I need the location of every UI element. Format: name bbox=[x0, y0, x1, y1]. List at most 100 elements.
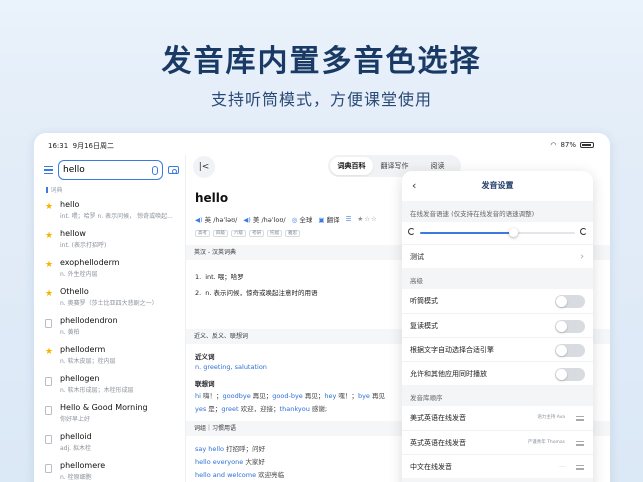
associated-word[interactable]: thankyou bbox=[280, 405, 310, 413]
test-row[interactable]: 测试 › bbox=[402, 244, 593, 268]
speaker-us-icon[interactable]: ◀) bbox=[243, 216, 251, 224]
star-icon: ★ bbox=[45, 260, 54, 270]
speed-label: 在线发音语速 (仅支持在线发音的语速调整) bbox=[410, 210, 535, 218]
phrase-zh: 欢迎亮临 bbox=[258, 471, 285, 479]
list-item-word: hello bbox=[60, 200, 80, 209]
battery-percent: 87% bbox=[560, 141, 576, 149]
speed-slider-knob[interactable] bbox=[509, 228, 518, 237]
setting-toggle-label: 根据文字自动选择合适引擎 bbox=[410, 346, 494, 354]
phrase-en: hello everyone bbox=[195, 458, 244, 466]
associated-meaning: 欢迎，迎接； bbox=[238, 405, 280, 413]
exam-tag: 雅思 bbox=[285, 230, 300, 237]
associated-meaning: 感谢; bbox=[309, 405, 328, 413]
list-item[interactable]: ★ hello int. 喂；哈罗 n. 表示问候， 惊奇或唤起... bbox=[34, 195, 185, 224]
setting-toggle-row: 根据文字自动选择合适引擎 bbox=[402, 337, 593, 361]
list-item[interactable]: Hello & Good Morning 你好早上好 bbox=[34, 398, 185, 427]
associated-word[interactable]: good-bye bbox=[272, 392, 303, 400]
menu-icon[interactable] bbox=[44, 166, 53, 174]
associated-meaning: 嗨！； bbox=[200, 392, 223, 400]
setting-toggle-row: 复读模式 bbox=[402, 313, 593, 337]
list-item-desc: n. 栓原细胞 bbox=[60, 474, 92, 481]
exam-tag: 高考 bbox=[195, 230, 210, 237]
status-date: 9月16日周二 bbox=[72, 142, 115, 150]
pronunciation-settings-panel: ‹ 发音设置 在线发音语速 (仅支持在线发音的语速调整) 测试 › 高级 听筒模… bbox=[402, 171, 593, 482]
list-item-desc: n. 外生栓内层 bbox=[60, 271, 98, 278]
globe-icon[interactable]: ◎ bbox=[292, 216, 298, 224]
speed-slider[interactable] bbox=[402, 222, 593, 244]
toggle-switch[interactable] bbox=[555, 295, 585, 308]
associated-word[interactable]: greet bbox=[221, 405, 238, 413]
global-label[interactable]: 全球 bbox=[299, 216, 312, 224]
drag-handle-icon[interactable] bbox=[576, 441, 584, 446]
associations-label: 联想词 bbox=[195, 380, 215, 388]
list-item[interactable]: ★ phelloderm n. 软木皮层；栓内层 bbox=[34, 340, 185, 369]
associated-word[interactable]: yes bbox=[195, 405, 206, 413]
associated-word[interactable]: goodbye bbox=[223, 392, 251, 400]
engine-row[interactable]: 英式英语在线发音 严谨青年 Thomas bbox=[402, 430, 593, 454]
list-icon[interactable]: ☰ bbox=[346, 215, 352, 223]
list-item-word: exophelloderm bbox=[60, 258, 120, 267]
pron-us: 美 /həˈloʊ/ bbox=[252, 216, 286, 224]
drag-handle-icon[interactable] bbox=[576, 416, 584, 421]
list-item[interactable]: ★ Othello n. 奥赛罗（莎士比亚四大悲剧之一） bbox=[34, 282, 185, 311]
toggle-switch[interactable] bbox=[555, 320, 585, 333]
phrase-row[interactable]: hello and welcome 欢迎亮临 bbox=[195, 469, 284, 479]
list-item-desc: 你好早上好 bbox=[60, 416, 91, 423]
associated-meaning: 再见； bbox=[250, 392, 273, 400]
list-item-desc: adj. 拟木栓 bbox=[60, 445, 91, 452]
drag-handle-icon[interactable] bbox=[576, 465, 584, 470]
engine-label: 英式英语在线发音 bbox=[410, 439, 466, 447]
engine-row[interactable]: 美式英语在线发音 语力主持 Ava bbox=[402, 406, 593, 430]
search-box[interactable] bbox=[58, 160, 163, 180]
pronunciation-row: ◀) 英 /həˈləʊ/ ◀) 美 /həˈloʊ/ ◎ 全球 ▣ 翻译 ☰ … bbox=[195, 214, 378, 224]
toggle-switch[interactable] bbox=[555, 368, 585, 381]
rating-stars: ★☆☆ bbox=[357, 215, 378, 223]
associated-word[interactable]: hey bbox=[324, 392, 336, 400]
translate-label[interactable]: 翻译 bbox=[327, 216, 340, 224]
list-item-word: phelloid bbox=[60, 432, 92, 441]
list-item-desc: n. 奥赛罗（莎士比亚四大悲剧之一） bbox=[60, 300, 158, 307]
promo-headline: 发音库内置多音色选择 bbox=[161, 44, 482, 79]
microphone-icon[interactable] bbox=[152, 165, 158, 175]
associated-word[interactable]: bye bbox=[358, 392, 370, 400]
list-item-word: phellomere bbox=[60, 461, 106, 470]
exam-tag: 考研 bbox=[249, 230, 264, 237]
toggle-switch[interactable] bbox=[555, 344, 585, 357]
speaker-uk-icon[interactable]: ◀) bbox=[195, 216, 203, 224]
setting-toggle-label: 听筒模式 bbox=[410, 297, 438, 305]
settings-title: 发音设置 bbox=[481, 181, 514, 190]
advanced-toggles: 听筒模式复读模式根据文字自动选择合适引擎允许和其他应用同时播放 bbox=[402, 289, 593, 385]
synonyms-words[interactable]: n. greeting, salutation bbox=[195, 363, 267, 371]
list-item[interactable]: phellomere n. 栓原细胞 bbox=[34, 456, 185, 482]
list-item[interactable]: phellogen n. 软木形成层；木栓形成层 bbox=[34, 369, 185, 398]
collapse-sidebar-button[interactable]: |< bbox=[193, 156, 215, 178]
exam-tag: 六级 bbox=[231, 230, 246, 237]
list-item-desc: n. 软木皮层；栓内层 bbox=[60, 358, 116, 365]
setting-toggle-row: 允许和其他应用同时播放 bbox=[402, 361, 593, 385]
tab-dictionary[interactable]: 词典百科 bbox=[330, 157, 373, 175]
list-item[interactable]: phelloid adj. 拟木栓 bbox=[34, 427, 185, 456]
word-list: ★ hello int. 喂；哈罗 n. 表示问候， 惊奇或唤起... ★ hellow… bbox=[34, 195, 185, 482]
section-label-dictionary: 词典 bbox=[50, 187, 63, 194]
list-item[interactable]: ★ hellow int. (表示打招呼) bbox=[34, 224, 185, 253]
engine-order-list: 美式英语在线发音 语力主持 Ava 英式英语在线发音 严谨青年 Thomas 中文在线发… bbox=[402, 406, 593, 478]
engine-speaker: .... bbox=[559, 464, 565, 469]
promo-subhead: 支持听筒模式，方便课堂使用 bbox=[210, 90, 432, 109]
list-item[interactable]: ★ exophelloderm n. 外生栓内层 bbox=[34, 253, 185, 282]
phrase-row[interactable]: say hello 打招呼；问好 bbox=[195, 443, 265, 453]
engine-speaker: 严谨青年 Thomas bbox=[527, 440, 565, 445]
associated-meaning: 再见； bbox=[302, 392, 325, 400]
search-input[interactable] bbox=[63, 165, 152, 175]
associations-line-1: hi 嗨！；goodbye 再见；good-bye 再见；hey 嘿！；bye … bbox=[195, 390, 385, 400]
list-item[interactable]: phellodendron n. 黄柏 bbox=[34, 311, 185, 340]
list-item-word: Othello bbox=[60, 287, 89, 296]
doc-icon bbox=[45, 464, 52, 473]
engine-label: 中文在线发音 bbox=[410, 463, 452, 471]
engine-row[interactable]: 中文在线发音.... bbox=[402, 454, 593, 478]
list-item-word: hellow bbox=[60, 229, 86, 238]
camera-icon[interactable] bbox=[168, 166, 179, 174]
translate-icon[interactable]: ▣ bbox=[318, 216, 324, 224]
list-item-desc: int. (表示打招呼) bbox=[60, 242, 107, 249]
phrase-row[interactable]: hello everyone 大家好 bbox=[195, 456, 265, 466]
associations-line-2: yes 是；greet 欢迎，迎接；thankyou 感谢; bbox=[195, 403, 327, 413]
